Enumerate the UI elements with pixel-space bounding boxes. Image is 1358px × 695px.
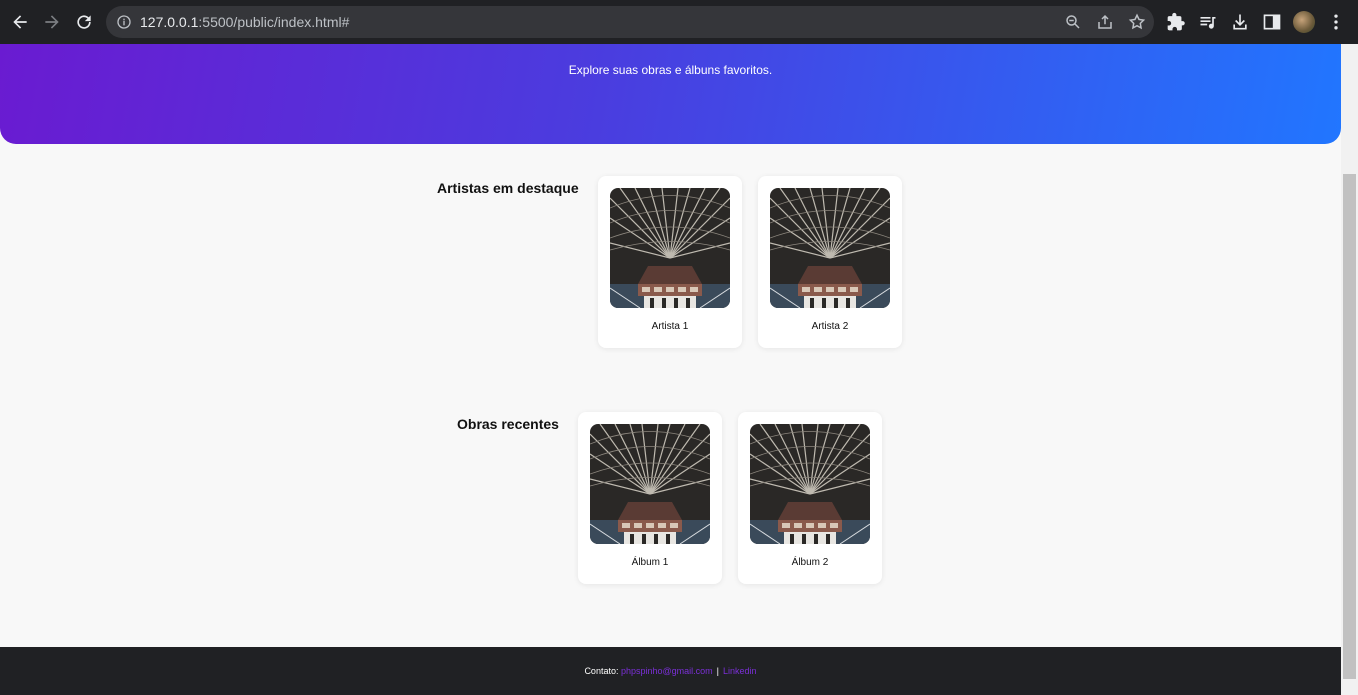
reload-icon [77,15,91,29]
page-footer: Contato: phpspinho@gmail.com | Linkedin [0,647,1341,695]
side-panel-icon [1263,14,1281,30]
album-name: Álbum 2 [791,557,829,568]
forward-button[interactable] [36,6,68,38]
artist-card[interactable]: Artista 1 [598,176,742,348]
scrollbar-thumb[interactable] [1343,174,1356,679]
hero-banner: Explore suas obras e álbuns favoritos. [0,44,1341,144]
browser-toolbar: 127.0.0.1:5500/public/index.html# [0,0,1358,44]
artist-card[interactable]: Artista 2 [758,176,902,348]
back-button[interactable] [4,6,36,38]
url-host: 127.0.0.1 [140,14,199,30]
album-image [590,424,710,544]
download-icon [1233,14,1247,30]
artists-section-title: Artistas em destaque [437,180,579,196]
more-vert-icon [1334,14,1338,30]
album-image [750,424,870,544]
artist-name: Artista 2 [811,321,849,332]
album-name: Álbum 1 [631,557,669,568]
contact-label: Contato: [584,666,619,676]
album-card[interactable]: Álbum 2 [738,412,882,584]
artist-name: Artista 1 [651,321,689,332]
arrow-left-icon [13,15,27,29]
playlist-icon [1200,17,1216,29]
page-viewport: Explore suas obras e álbuns favoritos. A… [0,44,1341,695]
hero-subtitle: Explore suas obras e álbuns favoritos. [568,63,773,77]
address-bar[interactable]: 127.0.0.1:5500/public/index.html# [106,6,1154,38]
url-path: :5500/public/index.html# [198,14,350,30]
works-section-title: Obras recentes [457,416,559,432]
artist-image [610,188,730,308]
zoom-icon[interactable] [1064,13,1082,31]
puzzle-icon [1167,12,1185,31]
star-icon[interactable] [1128,13,1146,31]
linkedin-link[interactable]: Linkedin [723,666,757,676]
extensions-button[interactable] [1166,12,1186,32]
share-icon[interactable] [1096,13,1114,31]
footer-separator: | [716,666,720,676]
artist-image [770,188,890,308]
profile-avatar[interactable] [1293,11,1315,33]
scrollbar[interactable] [1341,44,1358,695]
menu-button[interactable] [1326,12,1346,32]
album-card[interactable]: Álbum 1 [578,412,722,584]
info-icon[interactable] [116,14,132,30]
url-text[interactable]: 127.0.0.1:5500/public/index.html# [140,14,349,30]
media-button[interactable] [1198,12,1218,32]
reload-button[interactable] [68,6,100,38]
email-link[interactable]: phpspinho@gmail.com [621,666,713,676]
arrow-right-icon [45,15,59,29]
downloads-button[interactable] [1230,12,1250,32]
side-panel-button[interactable] [1262,12,1282,32]
